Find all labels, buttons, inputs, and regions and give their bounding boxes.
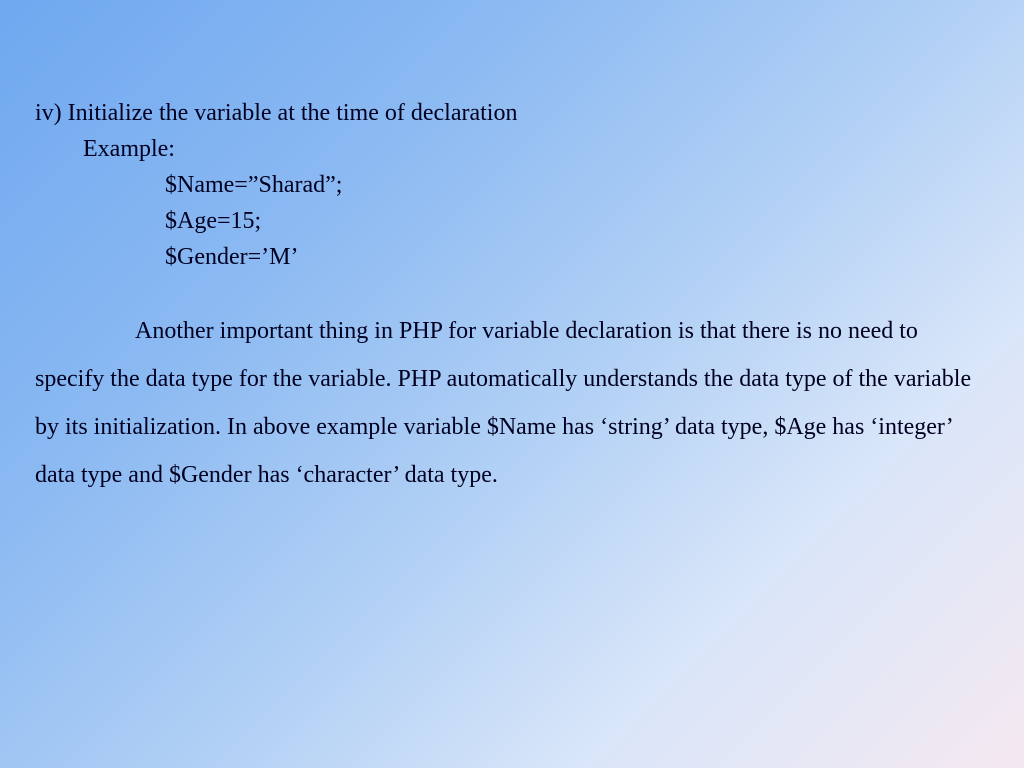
example-label: Example: <box>35 131 989 167</box>
code-line: $Gender=’M’ <box>35 239 989 275</box>
slide-paragraph: Another important thing in PHP for varia… <box>35 307 989 499</box>
slide-content: iv) Initialize the variable at the time … <box>0 0 1024 768</box>
code-line: $Name=”Sharad”; <box>35 167 989 203</box>
code-line: $Age=15; <box>35 203 989 239</box>
slide-heading: iv) Initialize the variable at the time … <box>35 95 989 131</box>
